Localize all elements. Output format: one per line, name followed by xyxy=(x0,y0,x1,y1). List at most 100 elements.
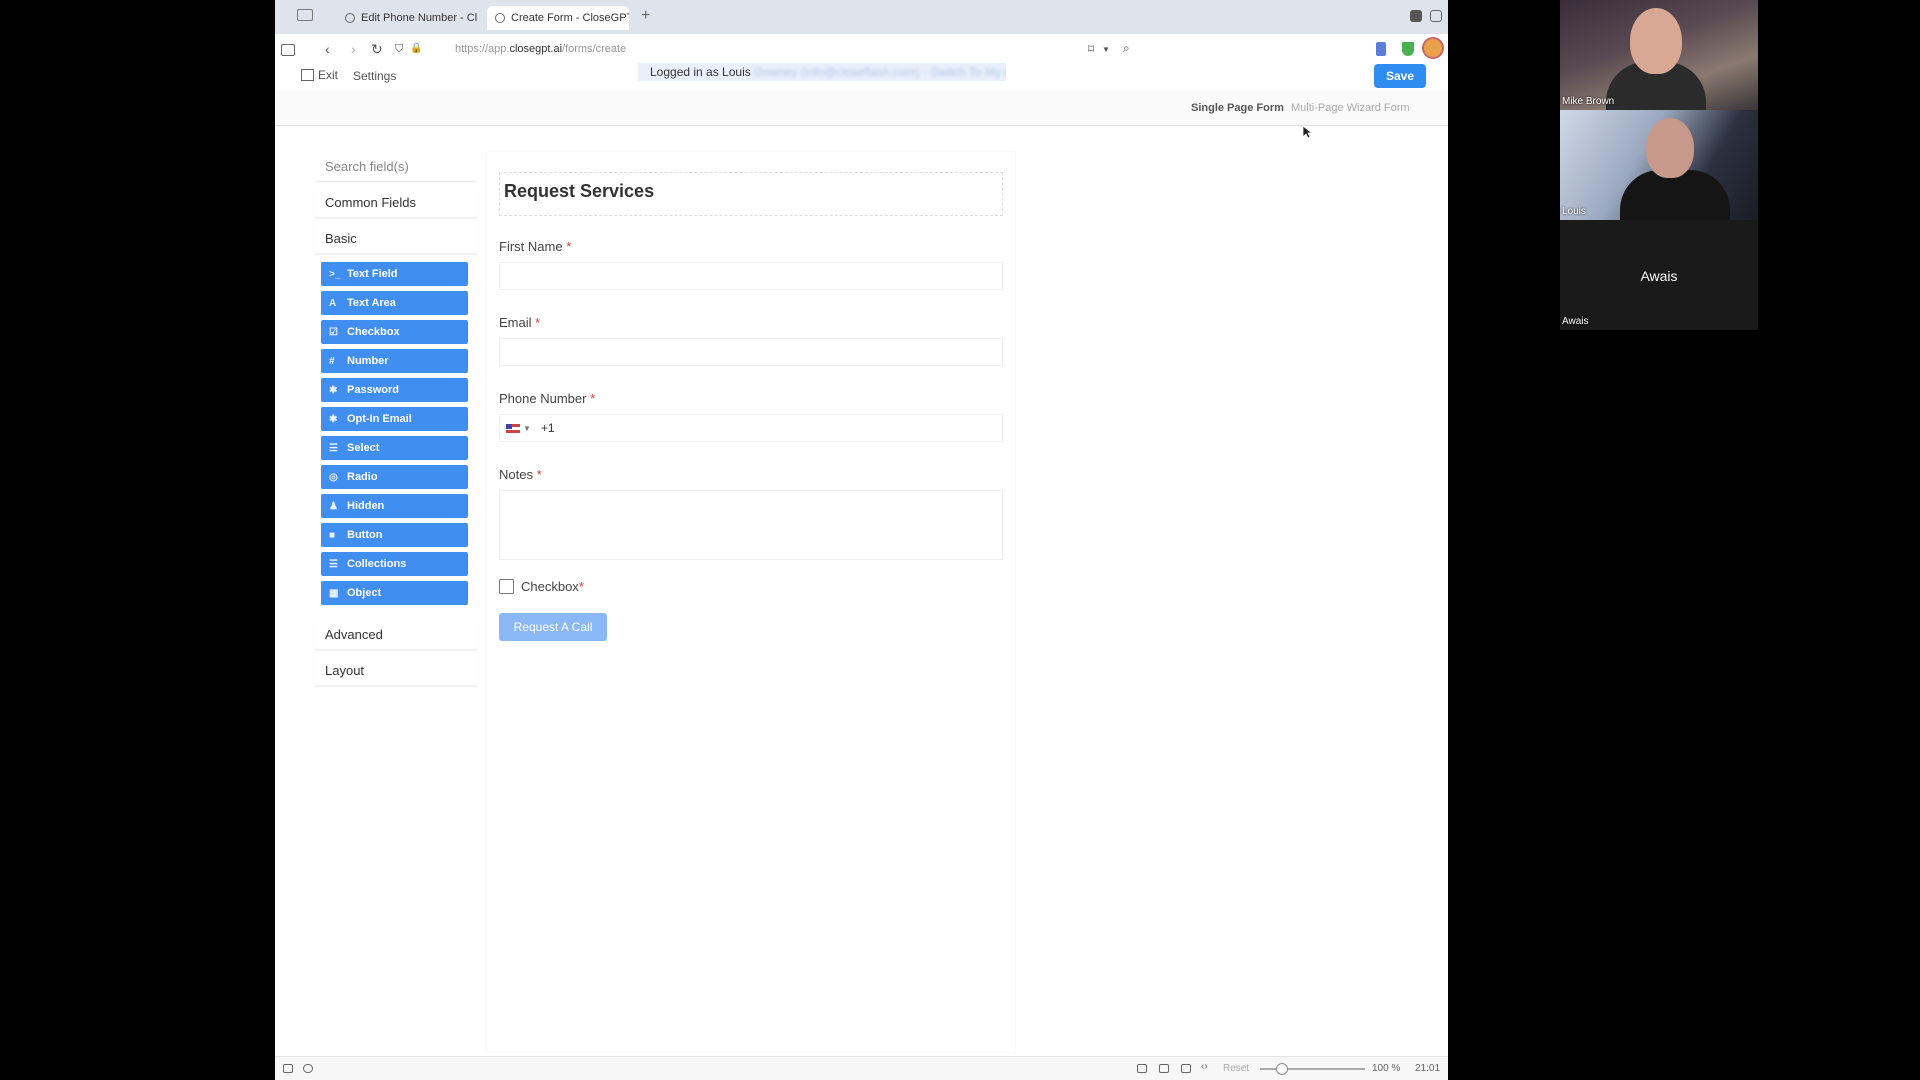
cloud-icon[interactable] xyxy=(303,1064,313,1073)
field-opt-in-email-button[interactable]: ✱ Opt-In Email xyxy=(321,407,468,431)
request-a-call-button[interactable]: Request A Call xyxy=(499,613,607,641)
participant-name: Louis xyxy=(1562,206,1586,217)
camera-icon[interactable] xyxy=(1137,1064,1147,1073)
chevron-down-icon[interactable]: ▼ xyxy=(523,424,531,433)
hash-icon: # xyxy=(329,355,335,367)
advanced-group[interactable]: Advanced xyxy=(315,618,477,650)
reload-icon[interactable]: ↻ xyxy=(371,41,383,58)
shield-icon: ⛉ xyxy=(395,43,404,55)
field-radio-button[interactable]: ◎ Radio xyxy=(321,465,468,489)
chevron-down-icon[interactable]: ▼ xyxy=(1102,45,1110,54)
tab-edit-phone-number[interactable]: Edit Phone Number - Clos xyxy=(337,6,477,30)
forward-icon[interactable]: › xyxy=(351,41,356,57)
form-checkbox[interactable] xyxy=(499,579,514,594)
field-checkbox-button[interactable]: ☑ Checkbox xyxy=(321,320,468,344)
field-collections-button[interactable]: ☰ Collections xyxy=(321,552,468,576)
checkbox-row: Checkbox * xyxy=(499,579,584,594)
first-name-label: First Name * xyxy=(499,239,572,254)
profile-avatar[interactable] xyxy=(1422,37,1444,59)
field-palette: Search field(s) Common Fields Basic >_ Te… xyxy=(315,150,477,686)
field-hidden-button[interactable]: ♟ Hidden xyxy=(321,494,468,518)
form-mode-bar: Single Page Form Multi-Page Wizard Form xyxy=(275,90,1448,139)
settings-link[interactable]: Settings xyxy=(353,69,396,83)
basic-group[interactable]: Basic xyxy=(315,222,477,254)
panel-icon[interactable] xyxy=(283,1064,293,1073)
terminal-icon: >_ xyxy=(329,268,341,280)
mouse-cursor-icon xyxy=(1302,125,1312,139)
logged-in-blurred-text[interactable]: Downey (info@closeflash.com) - Switch To… xyxy=(754,65,1006,79)
sidebar-toggle-icon[interactable] xyxy=(297,9,313,21)
table-icon: ▦ xyxy=(329,587,339,599)
search-icon[interactable]: ⌕ xyxy=(1123,41,1130,56)
trash-icon[interactable] xyxy=(1430,10,1442,22)
user-secret-icon: ♟ xyxy=(329,500,338,512)
exit-label: Exit xyxy=(318,68,339,82)
shield-extension-icon[interactable] xyxy=(1402,42,1414,56)
list-icon: ☰ xyxy=(329,442,338,454)
notes-label: Notes * xyxy=(499,467,542,482)
notes-textarea[interactable] xyxy=(499,490,1003,560)
form-title: Request Services xyxy=(504,181,655,201)
field-button-button[interactable]: ■ Button xyxy=(321,523,468,547)
field-label: Object xyxy=(347,587,382,599)
tab-bar: Edit Phone Number - Clos Create Form - C… xyxy=(275,0,1448,34)
form-title-box[interactable]: Request Services xyxy=(499,172,1003,216)
save-button[interactable]: Save xyxy=(1374,64,1426,88)
phone-number-label: Phone Number * xyxy=(499,391,596,406)
stop-icon: ■ xyxy=(329,529,336,541)
field-number-button[interactable]: # Number xyxy=(321,349,468,373)
us-flag-icon[interactable] xyxy=(506,423,520,433)
tab-favicon-icon xyxy=(495,13,505,23)
video-tile-mike-brown[interactable]: Mike Brown xyxy=(1560,0,1758,110)
image-icon[interactable] xyxy=(1159,1064,1169,1073)
cloud-icon[interactable] xyxy=(1410,10,1422,22)
field-label: Password xyxy=(347,384,399,396)
clock: 21:01 xyxy=(1415,1063,1441,1074)
checkbox-label: Checkbox xyxy=(521,579,579,594)
participant-name: Mike Brown xyxy=(1562,96,1615,107)
search-fields-input[interactable]: Search field(s) xyxy=(315,150,477,182)
field-select-button[interactable]: ☰ Select xyxy=(321,436,468,460)
extension-icon[interactable] xyxy=(1376,42,1386,56)
field-label: Hidden xyxy=(347,500,385,512)
participant-name: Awais xyxy=(1562,316,1589,327)
video-call-panel: Mike Brown Louis Awais Awais xyxy=(1560,0,1758,330)
zoom-slider-knob[interactable] xyxy=(1276,1063,1288,1075)
field-label: Checkbox xyxy=(347,326,400,338)
field-text-area-button[interactable]: A Text Area xyxy=(321,291,468,315)
new-tab-button[interactable]: + xyxy=(641,7,650,25)
field-label: Number xyxy=(347,355,389,367)
field-label: Button xyxy=(347,529,383,541)
email-field[interactable] xyxy=(499,338,1003,366)
single-page-form-toggle[interactable]: Single Page Form xyxy=(1191,102,1284,114)
field-label: Select xyxy=(347,442,380,454)
field-label: Collections xyxy=(347,558,407,570)
video-tile-louis[interactable]: Louis xyxy=(1560,110,1758,220)
logged-in-text: Logged in as Louis xyxy=(650,65,751,79)
window-icon[interactable] xyxy=(1181,1064,1191,1073)
first-name-field[interactable] xyxy=(499,262,1003,290)
layout-group[interactable]: Layout xyxy=(315,654,477,686)
sidebar-icon[interactable] xyxy=(281,44,295,56)
field-object-button[interactable]: ▦ Object xyxy=(321,581,468,605)
zoom-reset-button[interactable]: Reset xyxy=(1223,1063,1249,1074)
tab-label: Edit Phone Number - Clos xyxy=(361,12,477,24)
video-tile-awais[interactable]: Awais Awais xyxy=(1560,220,1758,330)
field-text-field-button[interactable]: >_ Text Field xyxy=(321,262,468,286)
url-field[interactable]: https://app.closegpt.ai/forms/create xyxy=(455,43,626,55)
code-icon[interactable]: ‹› xyxy=(1201,1061,1211,1072)
multi-page-wizard-toggle[interactable]: Multi-Page Wizard Form xyxy=(1291,102,1410,114)
zoom-level: 100 % xyxy=(1372,1063,1401,1074)
back-icon[interactable]: ‹ xyxy=(325,41,330,57)
participant-face xyxy=(1630,8,1682,74)
exit-button[interactable]: Exit xyxy=(301,68,338,82)
zoom-slider[interactable] xyxy=(1260,1063,1365,1075)
lock-icon: 🔒 xyxy=(410,43,423,54)
field-password-button[interactable]: ✱ Password xyxy=(321,378,468,402)
phone-number-field[interactable]: ▼ +1 xyxy=(499,414,1003,442)
email-label: Email * xyxy=(499,315,541,330)
asterisk-icon: ✱ xyxy=(329,413,338,425)
tab-create-form[interactable]: Create Form - CloseGPT xyxy=(487,6,629,30)
bookmark-icon[interactable]: ⌑ xyxy=(1088,42,1094,56)
common-fields-group[interactable]: Common Fields xyxy=(315,186,477,218)
